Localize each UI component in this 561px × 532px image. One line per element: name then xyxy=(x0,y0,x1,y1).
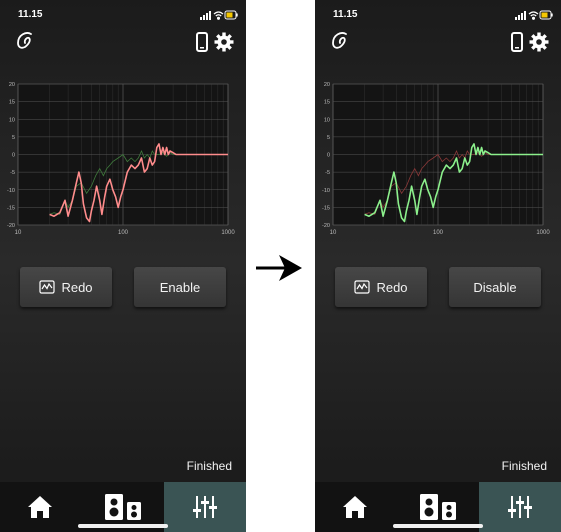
status-text: Finished xyxy=(501,459,547,473)
home-indicator xyxy=(78,524,168,528)
home-indicator xyxy=(393,524,483,528)
tab-bar xyxy=(315,482,561,532)
settings-gear-icon[interactable] xyxy=(214,32,234,57)
x-tick-label: 10 xyxy=(330,230,337,236)
y-tick-label: -5 xyxy=(10,170,15,176)
tab-equalizer[interactable] xyxy=(479,482,561,532)
x-tick-label: 100 xyxy=(118,230,129,236)
y-tick-label: -15 xyxy=(7,205,15,211)
phone-icon[interactable] xyxy=(511,32,523,57)
tab-bar xyxy=(0,482,246,532)
y-tick-label: -15 xyxy=(322,205,330,211)
signal-icon xyxy=(515,11,526,20)
status-time: 11.15 xyxy=(333,9,358,20)
x-tick-label: 1000 xyxy=(536,230,550,236)
y-tick-label: -10 xyxy=(322,188,330,194)
redo-button[interactable]: Redo xyxy=(20,267,112,307)
phone-screen-after: 11.15 10 100 1000 20 15 10 5 0 -5 -10 -15 -20 Redo … xyxy=(315,0,561,532)
redo-button[interactable]: Redo xyxy=(335,267,427,307)
waveform-icon xyxy=(39,280,56,294)
y-tick-label: 5 xyxy=(12,135,15,141)
equalizer-sliders-icon xyxy=(193,496,217,518)
home-icon xyxy=(343,496,367,518)
y-tick-label: 5 xyxy=(327,135,330,141)
tab-equalizer[interactable] xyxy=(164,482,246,532)
disable-button[interactable]: Disable xyxy=(449,267,541,307)
y-tick-label: 10 xyxy=(324,117,330,123)
redo-button-label: Redo xyxy=(61,279,93,295)
y-tick-label: 0 xyxy=(327,153,330,159)
equalizer-sliders-icon xyxy=(508,496,532,518)
tab-home[interactable] xyxy=(315,482,395,532)
phone-screen-before: 11.15 10 100 1000 20 15 10 5 0 -5 -10 -15 -20 Redo … xyxy=(0,0,246,532)
y-tick-label: -20 xyxy=(7,223,15,229)
y-tick-label: -10 xyxy=(7,188,15,194)
disable-button-label: Disable xyxy=(473,279,517,295)
x-tick-label: 100 xyxy=(433,230,444,236)
speakers-icon xyxy=(420,494,456,520)
battery-icon xyxy=(224,10,238,20)
x-tick-label: 1000 xyxy=(221,230,235,236)
battery-icon xyxy=(539,10,553,20)
enable-button[interactable]: Enable xyxy=(134,267,226,307)
y-tick-label: 0 xyxy=(12,153,15,159)
phone-icon[interactable] xyxy=(196,32,208,57)
waveform-icon xyxy=(354,280,371,294)
speakers-icon xyxy=(105,494,141,520)
enable-button-label: Enable xyxy=(159,279,201,295)
brand-logo-icon xyxy=(332,32,347,49)
status-text: Finished xyxy=(186,459,232,473)
brand-logo-icon xyxy=(17,32,32,49)
y-tick-label: 15 xyxy=(9,100,15,106)
y-tick-label: -20 xyxy=(322,223,330,229)
y-tick-label: 15 xyxy=(324,100,330,106)
redo-button-label: Redo xyxy=(376,279,408,295)
status-icons xyxy=(200,10,238,20)
wifi-icon xyxy=(528,11,539,20)
signal-icon xyxy=(200,11,211,20)
status-icons xyxy=(515,10,553,20)
tab-home[interactable] xyxy=(0,482,80,532)
arrow-right-icon xyxy=(256,255,302,281)
home-icon xyxy=(28,496,52,518)
settings-gear-icon[interactable] xyxy=(529,32,549,57)
y-tick-label: 20 xyxy=(324,82,330,88)
wifi-icon xyxy=(213,11,224,20)
frequency-response-chart: 10 100 1000 20 15 10 5 0 -5 -10 -15 -20 xyxy=(322,82,550,236)
y-tick-label: -5 xyxy=(325,170,330,176)
y-tick-label: 10 xyxy=(9,117,15,123)
x-tick-label: 10 xyxy=(15,230,22,236)
status-time: 11.15 xyxy=(18,9,43,20)
frequency-response-chart: 10 100 1000 20 15 10 5 0 -5 -10 -15 -20 xyxy=(7,82,235,236)
y-tick-label: 20 xyxy=(9,82,15,88)
